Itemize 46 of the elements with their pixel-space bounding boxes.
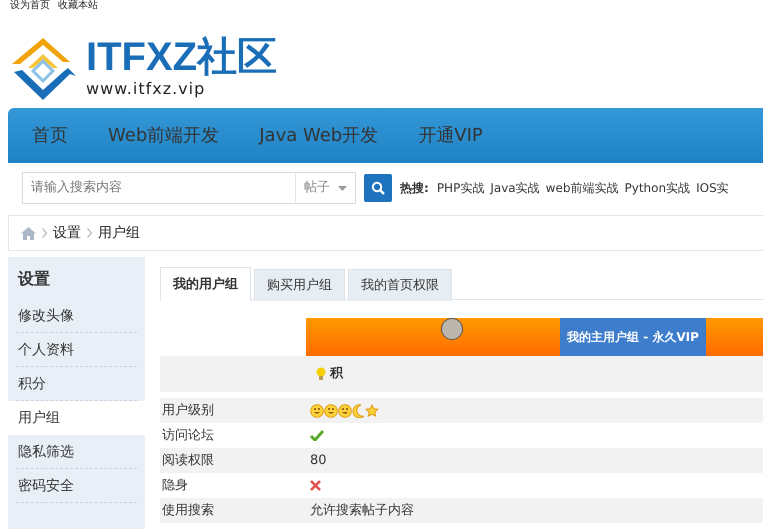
- sidebar-item[interactable]: 密码安全: [16, 469, 137, 503]
- points-label: 积: [330, 365, 343, 384]
- bulb-icon: [316, 367, 326, 381]
- sidebar-title: 设置: [16, 268, 51, 290]
- chevron-icon: [87, 228, 92, 238]
- marker-icon: [441, 318, 463, 340]
- tab[interactable]: 我的首页权限: [348, 269, 452, 301]
- hot-search-label: 热搜:: [400, 180, 429, 197]
- hot-search-link[interactable]: Python实战: [624, 179, 690, 197]
- scope-dropdown[interactable]: 帖子: [295, 173, 355, 203]
- caret-icon: [338, 186, 347, 190]
- sidebar-item[interactable]: 用户组: [8, 401, 145, 435]
- star-icon: [365, 404, 379, 418]
- breadcrumb-link[interactable]: 设置: [53, 222, 81, 244]
- sidebar-item[interactable]: 个人资料: [16, 333, 137, 367]
- smiley-icon: [324, 404, 338, 418]
- row-label: 用户级别: [161, 402, 215, 420]
- site-url: www.itfxz.vip: [86, 78, 206, 100]
- search-icon: [371, 181, 385, 195]
- logo-title: ITFXZ社区: [86, 37, 278, 77]
- tab[interactable]: 我的用户组: [160, 267, 251, 301]
- sidebar-item[interactable]: 修改头像: [16, 299, 137, 333]
- smiley-icon: [310, 404, 324, 418]
- row-label: 阅读权限: [161, 452, 215, 470]
- row-label: 隐身: [161, 477, 189, 495]
- hot-search-link[interactable]: IOS实: [696, 179, 729, 197]
- row-value: 80: [310, 452, 327, 470]
- top-link[interactable]: 设为首页: [10, 0, 50, 11]
- smiley-icon: [338, 404, 352, 418]
- top-link[interactable]: 收藏本站: [58, 0, 98, 11]
- search-button[interactable]: [364, 174, 392, 202]
- breadcrumb-link[interactable]: 用户组: [98, 222, 140, 244]
- cross-icon: [310, 480, 321, 491]
- group-label: 我的主用户组 - 永久VIP: [560, 318, 706, 356]
- row-value: 允许搜索帖子内容: [310, 502, 414, 520]
- hot-search-link[interactable]: PHP实战: [436, 179, 484, 197]
- sidebar-item[interactable]: 隐私筛选: [16, 435, 137, 469]
- row-label: 使用搜索: [161, 502, 215, 520]
- tab[interactable]: 购买用户组: [254, 269, 345, 301]
- chevron-icon: [42, 228, 47, 238]
- moon-icon: [352, 404, 365, 418]
- hot-search-link[interactable]: Java实战: [490, 179, 540, 197]
- search-field[interactable]: 请输入搜索内容 帖子: [22, 172, 356, 204]
- check-icon: [310, 430, 324, 441]
- hot-search-link[interactable]: web前端实战: [546, 179, 618, 197]
- row-label: 访问论坛: [161, 427, 215, 445]
